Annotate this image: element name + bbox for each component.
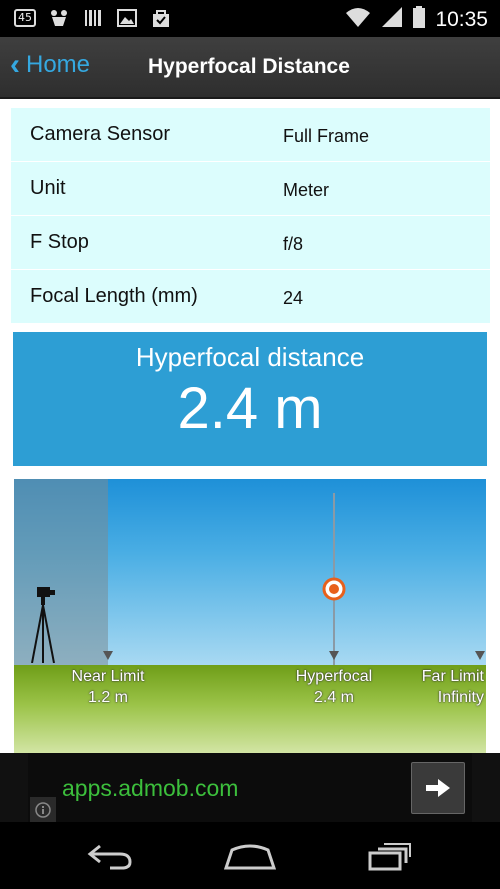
setting-value: f/8 [283,234,304,254]
back-button[interactable]: ‹ Home [10,48,91,81]
home-nav-icon[interactable] [220,836,280,876]
depth-of-field-diagram: Near Limit 1.2 m Hyperfocal 2.4 m Far Li… [14,479,486,753]
hyperfocal-label: Hyperfocal 2.4 m [284,666,384,708]
near-limit-label: Near Limit 1.2 m [58,666,158,708]
settings-table: Camera Sensor Full Frame Unit Meter F St… [11,108,490,323]
info-icon[interactable] [30,797,56,823]
ad-link[interactable]: apps.admob.com [62,775,238,802]
back-nav-icon[interactable] [80,836,140,876]
near-limit-title: Near Limit [71,668,145,685]
focus-target-icon [322,577,346,601]
result-title: Hyperfocal distance [135,342,365,372]
setting-value: Meter [283,180,330,200]
near-limit-value: 1.2 m [87,689,128,706]
hyperfocal-marker [329,651,339,660]
chevron-left-icon: ‹ [10,48,20,81]
ad-banner[interactable]: apps.admob.com [0,753,500,823]
action-bar: ‹ Home Hyperfocal Distance [0,37,500,99]
setting-label: F Stop [30,231,89,253]
battery-icon [413,6,426,33]
camera-tripod-icon [31,587,55,663]
wifi-icon [345,6,371,33]
hyperfocal-value: 2.4 m [313,689,354,706]
setting-row-camera-sensor[interactable]: Camera Sensor Full Frame [11,108,490,162]
ad-content[interactable]: apps.admob.com [28,753,472,822]
near-limit-marker [103,651,113,660]
result-panel: Hyperfocal distance 2.4 m [13,332,487,466]
setting-label: Camera Sensor [30,123,171,145]
result-value: 2.4 m [177,376,323,441]
far-limit-title: Far Limit [421,668,484,685]
clock: 10:35 [435,7,488,31]
far-limit-label: Far Limit Infinity [402,666,484,708]
back-label: Home [26,51,91,78]
hyperfocal-title: Hyperfocal [295,668,373,685]
system-indicators: 10:35 [345,6,488,33]
notification-badge: 45 [14,9,36,27]
setting-row-focal-length[interactable]: Focal Length (mm) 24 [11,270,490,323]
status-bar: 45 10:35 [0,0,500,37]
notification-45-icon: 45 [14,8,36,28]
far-limit-marker [475,651,485,660]
ad-open-button[interactable] [411,762,465,814]
barcode-icon [82,8,104,28]
setting-row-f-stop[interactable]: F Stop f/8 [11,216,490,270]
gift-icon [48,8,70,28]
recents-nav-icon[interactable] [360,836,420,876]
signal-icon [381,6,403,33]
notification-icons: 45 [14,8,172,28]
arrow-right-icon [426,779,450,797]
setting-value: Full Frame [283,126,370,146]
page-title: Hyperfocal Distance [148,55,350,78]
far-limit-value: Infinity [437,689,484,706]
system-nav-bar [0,822,500,889]
setting-value: 24 [283,288,304,308]
setting-label: Focal Length (mm) [30,285,198,307]
image-icon [116,8,138,28]
shopping-bag-icon [150,8,172,28]
setting-label: Unit [30,177,66,199]
setting-row-unit[interactable]: Unit Meter [11,162,490,216]
